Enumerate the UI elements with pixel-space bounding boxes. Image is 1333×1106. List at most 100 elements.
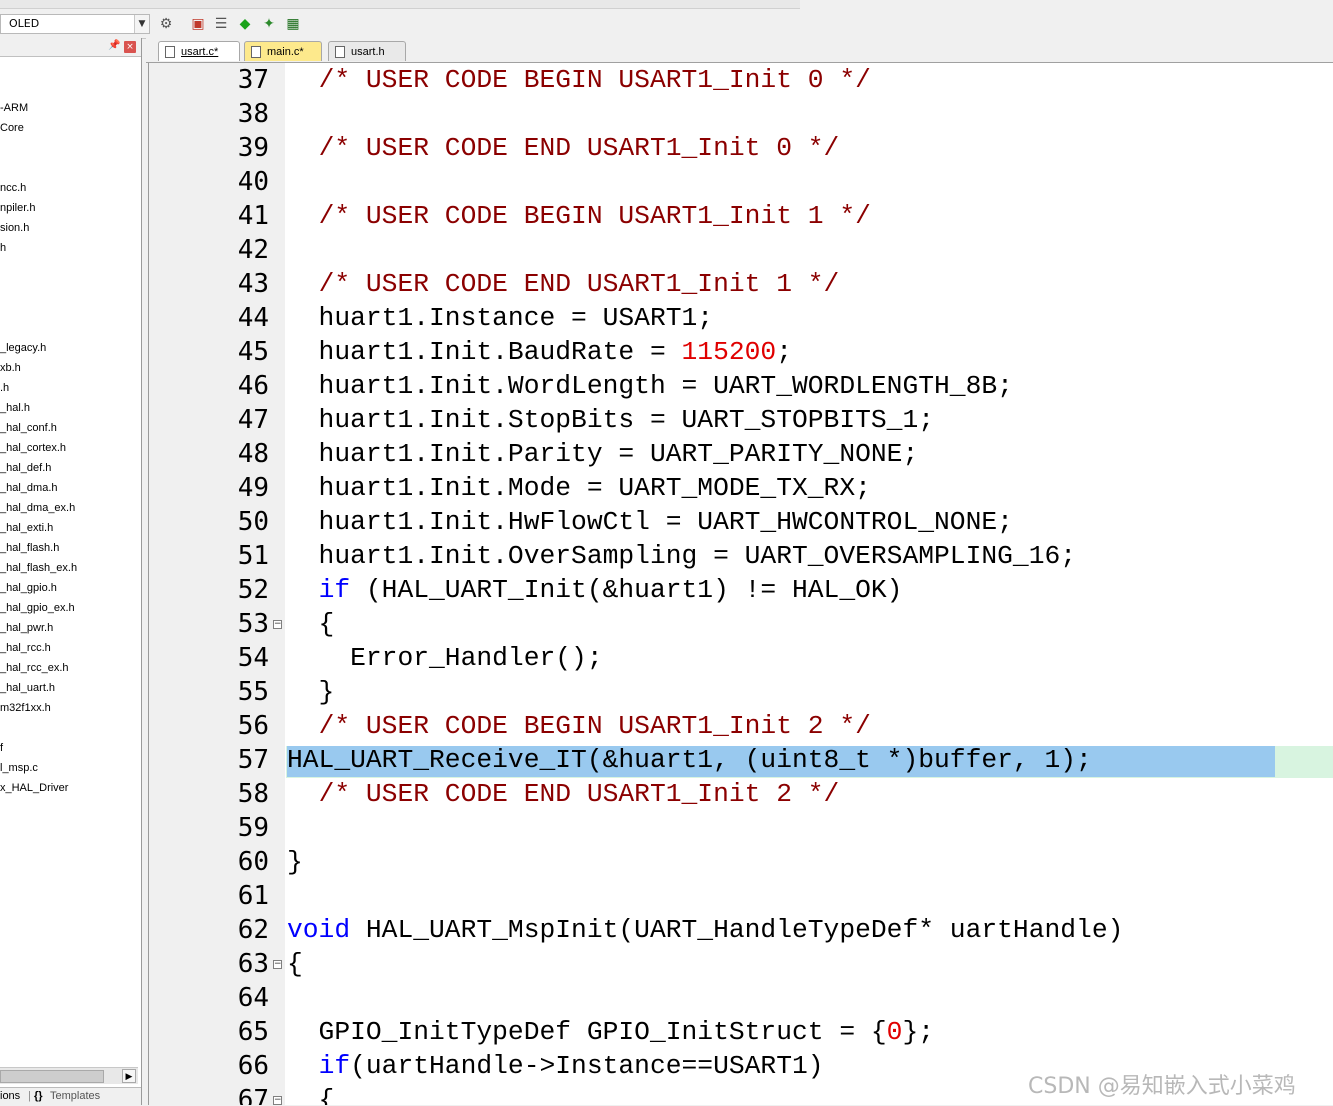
code-line[interactable]: /* USER CODE END USART1_Init 0 */ [287, 131, 840, 165]
code-line[interactable]: Error_Handler(); [287, 641, 603, 675]
tree-item[interactable]: _hal_gpio.h [0, 582, 57, 594]
tab-main-c[interactable]: main.c* [244, 41, 322, 61]
tree-item[interactable]: -ARM [0, 102, 28, 114]
tree-item[interactable]: xb.h [0, 362, 21, 374]
code-line[interactable]: } [287, 845, 303, 879]
line-number: 46 [237, 371, 269, 401]
line-number: 37 [237, 65, 269, 95]
tree-item[interactable]: ncc.h [0, 182, 26, 194]
code-line[interactable]: huart1.Init.HwFlowCtl = UART_HWCONTROL_N… [287, 505, 1013, 539]
tree-item[interactable]: _hal_flash_ex.h [0, 562, 77, 574]
line-number: 53 [237, 609, 269, 639]
c-file-icon [165, 46, 175, 58]
tree-item[interactable]: _hal.h [0, 402, 30, 414]
tree-item[interactable]: _hal_pwr.h [0, 622, 53, 634]
code-line[interactable]: /* USER CODE BEGIN USART1_Init 0 */ [287, 63, 871, 97]
horizontal-scrollbar[interactable]: ▶ [0, 1067, 138, 1084]
code-line[interactable]: if(uartHandle->Instance==USART1) [287, 1049, 824, 1083]
tree-item[interactable]: _hal_conf.h [0, 422, 57, 434]
tab-functions[interactable]: ions [0, 1090, 20, 1102]
target-select[interactable]: OLED ▼ [0, 14, 150, 34]
code-line[interactable]: GPIO_InitTypeDef GPIO_InitStruct = {0}; [287, 1015, 934, 1049]
line-number: 39 [237, 133, 269, 163]
tree-item[interactable]: _legacy.h [0, 342, 46, 354]
code-line[interactable]: /* USER CODE BEGIN USART1_Init 2 */ [287, 709, 871, 743]
line-number: 63 [237, 949, 269, 979]
manage-components-icon[interactable]: ▣ [189, 15, 207, 33]
code-line[interactable]: /* USER CODE END USART1_Init 2 */ [287, 777, 840, 811]
tab-templates[interactable]: Templates [50, 1090, 100, 1102]
line-number: 62 [237, 915, 269, 945]
code-line[interactable]: huart1.Init.WordLength = UART_WORDLENGTH… [287, 369, 1013, 403]
divider: | [28, 1090, 31, 1102]
line-number: 61 [237, 881, 269, 911]
code-line[interactable]: void HAL_UART_MspInit(UART_HandleTypeDef… [287, 913, 1123, 947]
tab-label: main.c* [267, 46, 304, 58]
tree-item[interactable]: _hal_gpio_ex.h [0, 602, 75, 614]
target-options-icon[interactable]: ⚙ [157, 15, 175, 33]
code-line[interactable]: HAL_UART_Receive_IT(&huart1, (uint8_t *)… [287, 743, 1092, 777]
code-line[interactable]: if (HAL_UART_Init(&huart1) != HAL_OK) [287, 573, 903, 607]
code-editor[interactable]: 37 38 39 40 41 42 43 44 45 46 47 48 49 50 51 52 53−54 55 5… [148, 63, 1333, 1105]
code-line[interactable]: { [287, 1083, 335, 1105]
tree-item[interactable]: _hal_flash.h [0, 542, 59, 554]
pack-installer-icon[interactable]: ◆ [236, 15, 254, 33]
close-icon[interactable]: × [124, 41, 136, 53]
code-line[interactable]: /* USER CODE END USART1_Init 1 */ [287, 267, 840, 301]
line-number: 44 [237, 303, 269, 333]
project-panel: 📌 × -ARM Core ncc.h npiler.h sion.h h _legacy.… [0, 38, 142, 1106]
line-number: 47 [237, 405, 269, 435]
code-line[interactable]: huart1.Instance = USART1; [287, 301, 714, 335]
tree-item[interactable]: _hal_uart.h [0, 682, 55, 694]
tree-item[interactable]: _hal_rcc_ex.h [0, 662, 69, 674]
line-number: 58 [237, 779, 269, 809]
file-extensions-icon[interactable]: ☰ [212, 15, 230, 33]
line-number: 66 [237, 1051, 269, 1081]
code-line[interactable]: huart1.Init.OverSampling = UART_OVERSAMP… [287, 539, 1077, 573]
tree-item[interactable]: l_msp.c [0, 762, 38, 774]
tab-usart-c[interactable]: usart.c* [158, 41, 240, 61]
file-tab-bar: usart.c* main.c* usart.h [146, 38, 1333, 63]
code-line[interactable]: /* USER CODE BEGIN USART1_Init 1 */ [287, 199, 871, 233]
tree-item[interactable]: _hal_def.h [0, 462, 51, 474]
tree-item[interactable]: h [0, 242, 6, 254]
tree-item[interactable]: f [0, 742, 3, 754]
tree-item[interactable]: .h [0, 382, 9, 394]
code-line[interactable]: } [287, 675, 335, 709]
tree-item[interactable]: _hal_rcc.h [0, 642, 51, 654]
fold-toggle-icon[interactable]: − [273, 620, 282, 629]
code-line[interactable]: { [287, 947, 303, 981]
code-line[interactable]: { [287, 607, 335, 641]
templates-icon[interactable]: {} [34, 1090, 43, 1102]
scrollbar-thumb[interactable] [0, 1070, 104, 1083]
select-packs-icon[interactable]: ✦ [260, 15, 278, 33]
scroll-right-icon[interactable]: ▶ [122, 1069, 136, 1083]
tab-usart-h[interactable]: usart.h [328, 41, 406, 61]
tree-item[interactable]: _hal_exti.h [0, 522, 53, 534]
tree-item[interactable]: npiler.h [0, 202, 35, 214]
chevron-down-icon[interactable]: ▼ [134, 15, 149, 33]
tree-item[interactable]: _hal_dma.h [0, 482, 58, 494]
software-packs-icon[interactable]: ▦ [284, 15, 302, 33]
fold-toggle-icon[interactable]: − [273, 960, 282, 969]
panel-header: 📌 × [0, 38, 141, 57]
tree-item[interactable]: _hal_dma_ex.h [0, 502, 75, 514]
h-file-icon [335, 46, 345, 58]
code-line[interactable]: huart1.Init.Parity = UART_PARITY_NONE; [287, 437, 919, 471]
tree-item[interactable]: m32f1xx.h [0, 702, 51, 714]
code-line[interactable]: huart1.Init.StopBits = UART_STOPBITS_1; [287, 403, 934, 437]
tree-item[interactable]: x_HAL_Driver [0, 782, 68, 794]
code-line[interactable]: huart1.Init.Mode = UART_MODE_TX_RX; [287, 471, 871, 505]
tree-item[interactable]: sion.h [0, 222, 29, 234]
line-number: 60 [237, 847, 269, 877]
tree-item[interactable]: _hal_cortex.h [0, 442, 66, 454]
line-number: 50 [237, 507, 269, 537]
line-number: 65 [237, 1017, 269, 1047]
line-number: 55 [237, 677, 269, 707]
code-line[interactable]: huart1.Init.BaudRate = 115200; [287, 335, 792, 369]
pin-icon[interactable]: 📌 [108, 40, 120, 51]
line-number: 57 [237, 745, 269, 775]
tree-item[interactable]: Core [0, 122, 24, 134]
tab-label: usart.c* [181, 46, 219, 58]
fold-toggle-icon[interactable]: − [273, 1096, 282, 1105]
